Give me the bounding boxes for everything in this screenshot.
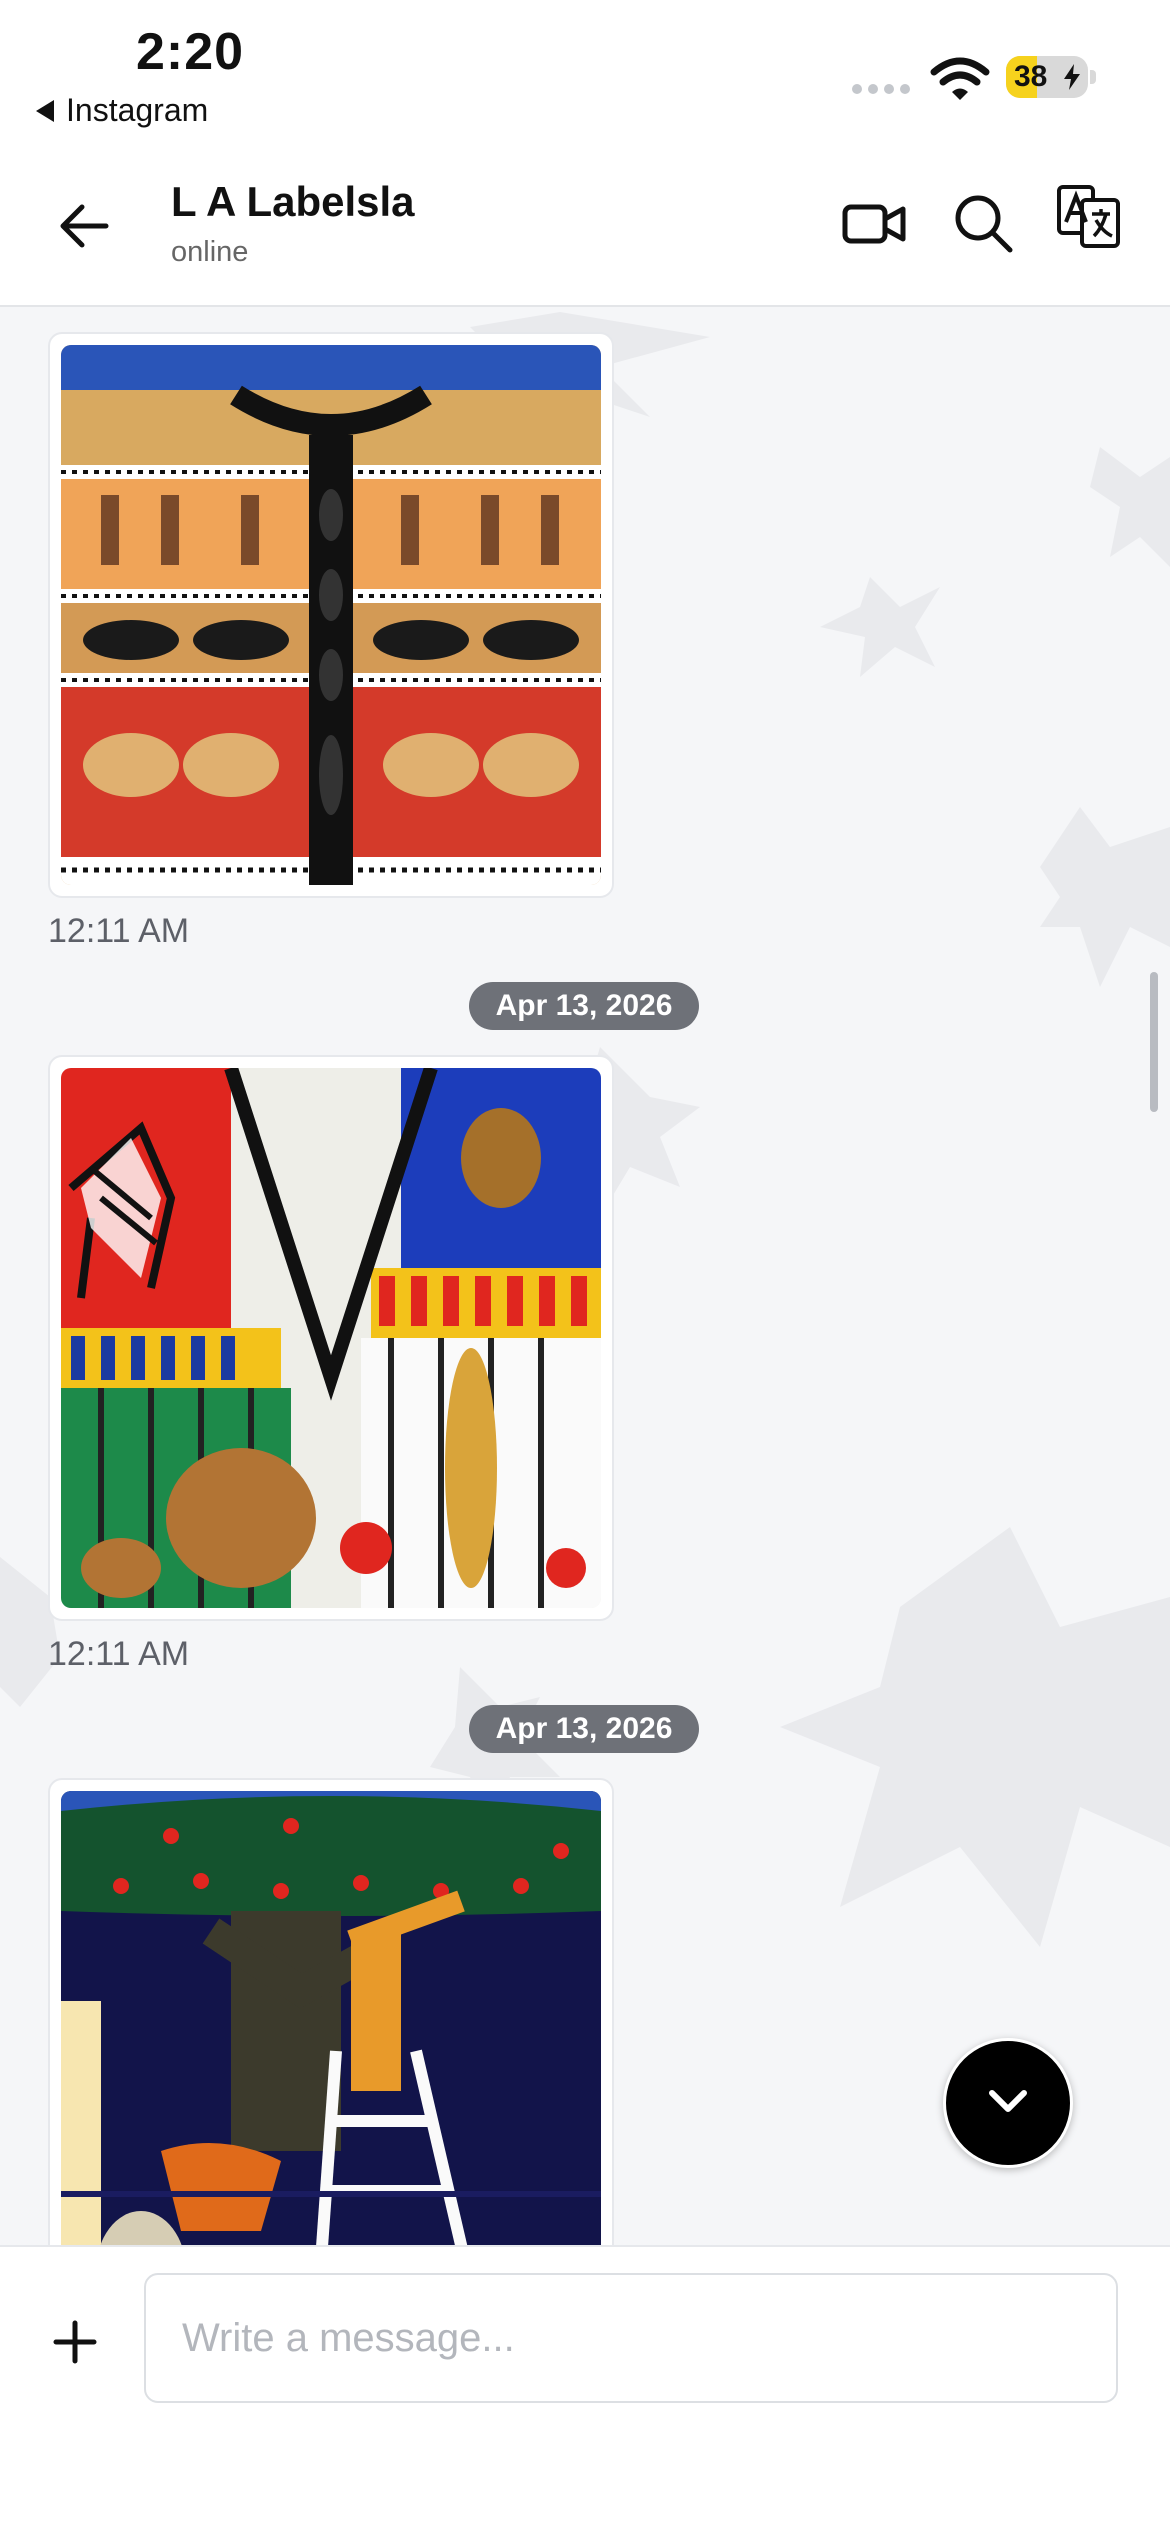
chat-header: L A Labelsla online xyxy=(0,150,1170,307)
battery-level: 38 xyxy=(1014,60,1048,93)
video-call-icon[interactable] xyxy=(840,188,910,258)
battery-icon: 38 xyxy=(1006,56,1088,98)
knitted-apple-tree-sweater-image xyxy=(61,1791,601,2245)
knitted-safari-cardigan-image xyxy=(61,345,601,885)
message-image[interactable] xyxy=(61,1068,601,1608)
image-message[interactable] xyxy=(48,1055,614,1621)
attach-plus-icon[interactable] xyxy=(52,2319,98,2365)
knitted-zoo-vest-image xyxy=(61,1068,601,1608)
date-separator: Apr 13, 2026 xyxy=(469,1705,699,1753)
message-composer xyxy=(0,2245,1170,2534)
message-input[interactable] xyxy=(144,2273,1118,2403)
status-bar: 2:20 Instagram 38 xyxy=(0,0,1170,150)
image-message[interactable] xyxy=(48,1778,614,2245)
message-image[interactable] xyxy=(61,1791,601,2245)
message-timestamp: 12:11 AM xyxy=(48,1635,190,1673)
presence-status: online xyxy=(171,236,249,268)
message-timestamp: 12:11 AM xyxy=(48,912,190,950)
message-list[interactable]: 12:11 AM Apr 13, 2026 12:11 AM Apr 13, 2… xyxy=(0,307,1170,2245)
status-time: 2:20 xyxy=(136,23,245,81)
arrow-left-icon[interactable] xyxy=(56,198,112,254)
message-image[interactable] xyxy=(61,345,601,885)
wifi-icon xyxy=(930,57,990,100)
scroll-to-bottom-button[interactable] xyxy=(943,2038,1073,2168)
back-app-label: Instagram xyxy=(66,92,209,128)
translate-icon[interactable] xyxy=(1056,184,1122,250)
charging-bolt-icon xyxy=(1064,64,1080,90)
back-triangle-icon xyxy=(36,99,54,122)
search-icon[interactable] xyxy=(948,188,1018,258)
cellular-signal-icon xyxy=(852,84,910,94)
back-to-app-link[interactable]: Instagram xyxy=(36,92,208,129)
date-separator: Apr 13, 2026 xyxy=(469,982,699,1030)
image-message[interactable] xyxy=(48,332,614,898)
scrollbar-thumb[interactable] xyxy=(1150,972,1158,1112)
contact-name[interactable]: L A Labelsla xyxy=(171,178,415,226)
chevron-down-icon xyxy=(989,2090,1027,2112)
